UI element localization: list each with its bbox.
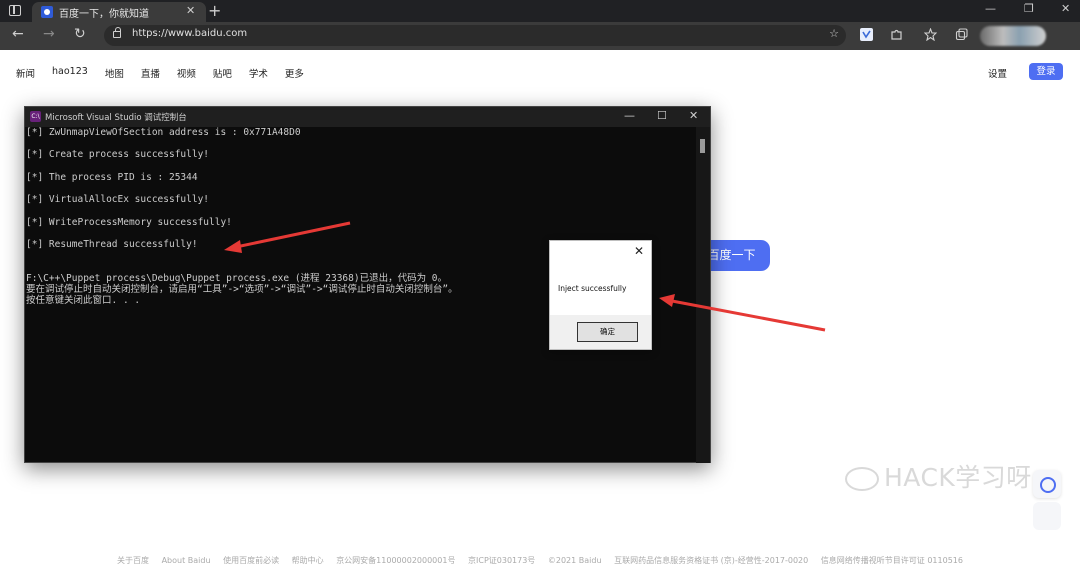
- footer-link[interactable]: About Baidu: [162, 556, 211, 565]
- favorites-icon[interactable]: [924, 28, 937, 41]
- new-tab-button[interactable]: +: [208, 0, 221, 22]
- console-title: Microsoft Visual Studio 调试控制台: [45, 113, 187, 123]
- tab-close-button[interactable]: ✕: [186, 4, 195, 17]
- console-line: [*] The process PID is : 25344: [26, 172, 198, 183]
- tab-strip: 百度一下，你就知道 ✕ + — ❐ ✕: [0, 0, 1080, 22]
- console-line: [*] WriteProcessMemory successfully!: [26, 217, 232, 228]
- nav-link-news[interactable]: 新闻: [16, 66, 35, 80]
- vs-console-icon: C:\: [30, 111, 41, 122]
- console-line: [*] Create process successfully!: [26, 149, 210, 160]
- console-titlebar[interactable]: C:\ Microsoft Visual Studio 调试控制台 — ☐ ✕: [25, 107, 710, 127]
- baidu-favicon-icon: [41, 6, 53, 18]
- url-text[interactable]: https://www.baidu.com: [132, 28, 247, 39]
- lock-icon[interactable]: [113, 27, 121, 38]
- nav-link-hao123[interactable]: hao123: [52, 66, 88, 80]
- console-line: [*] VirtualAllocEx successfully!: [26, 194, 210, 205]
- console-line: 要在调试停止时自动关闭控制台，请启用“工具”->“选项”->“调试”->“调试停…: [26, 284, 458, 295]
- footer-link[interactable]: 信息网络传播视听节目许可证 0110516: [821, 556, 963, 565]
- tab-title: 百度一下，你就知道: [59, 9, 149, 20]
- address-toolbar: ← → ↻ https://www.baidu.com ☆: [0, 22, 1080, 50]
- footer-link[interactable]: 互联网药品信息服务资格证书 (京)-经营性-2017-0020: [614, 556, 808, 565]
- watermark: HACK学习呀: [845, 458, 1032, 494]
- feedback-icon[interactable]: [1033, 470, 1061, 498]
- footer-link[interactable]: 京公网安备11000002000001号: [336, 556, 455, 565]
- nav-link-map[interactable]: 地图: [105, 66, 124, 80]
- back-arrow-icon[interactable]: ←: [12, 26, 24, 42]
- console-line: [*] ZwUnmapViewOfSection address is : 0x…: [26, 127, 301, 138]
- ok-button[interactable]: 确定: [577, 322, 638, 342]
- nav-link-live[interactable]: 直播: [141, 66, 160, 80]
- console-scrollbar[interactable]: [696, 127, 710, 463]
- dialog-message: Inject successfully: [558, 284, 627, 293]
- footer-link[interactable]: 关于百度: [117, 556, 149, 565]
- dialog-footer: 确定: [550, 315, 651, 349]
- profile-avatar[interactable]: [980, 26, 1046, 46]
- settings-link[interactable]: 设置: [988, 66, 1007, 80]
- footer-copyright: ©2021 Baidu: [547, 556, 602, 565]
- inject-message-dialog: ✕ Inject successfully 确定: [549, 240, 652, 350]
- url-bar[interactable]: https://www.baidu.com ☆: [104, 25, 846, 46]
- forward-arrow-icon[interactable]: →: [43, 26, 55, 42]
- maximize-button[interactable]: ❐: [1024, 2, 1034, 15]
- reader-mode-icon[interactable]: ☆: [829, 27, 839, 40]
- console-scroll-thumb[interactable]: [700, 139, 705, 153]
- refresh-icon[interactable]: ↻: [74, 26, 86, 42]
- minimize-button[interactable]: —: [985, 2, 996, 15]
- console-minimize-button[interactable]: —: [624, 109, 635, 122]
- wechat-logo-icon: [845, 467, 879, 491]
- tab-baidu[interactable]: 百度一下，你就知道 ✕: [32, 2, 206, 22]
- nav-link-tieba[interactable]: 贴吧: [213, 66, 232, 80]
- footer-link[interactable]: 帮助中心: [292, 556, 324, 565]
- close-window-button[interactable]: ✕: [1061, 2, 1070, 15]
- nav-link-video[interactable]: 视频: [177, 66, 196, 80]
- extension-icon[interactable]: [860, 28, 873, 41]
- qr-code-icon[interactable]: [1033, 502, 1061, 530]
- console-close-button[interactable]: ✕: [689, 109, 698, 122]
- nav-link-more[interactable]: 更多: [285, 66, 304, 80]
- nav-link-scholar[interactable]: 学术: [249, 66, 268, 80]
- footer: 关于百度 About Baidu 使用百度前必读 帮助中心 京公网安备11000…: [0, 555, 1080, 566]
- console-line: F:\C++\Puppet process\Debug\Puppet proce…: [26, 273, 448, 284]
- top-nav: 新闻 hao123 地图 直播 视频 贴吧 学术 更多: [16, 66, 321, 80]
- tab-actions-icon[interactable]: [9, 5, 21, 16]
- console-line: 按任意键关闭此窗口. . .: [26, 295, 141, 306]
- console-maximize-button[interactable]: ☐: [657, 109, 667, 122]
- watermark-text: HACK学习呀: [884, 463, 1032, 492]
- footer-link[interactable]: 京ICP证030173号: [468, 556, 535, 565]
- console-line: [*] ResumeThread successfully!: [26, 239, 198, 250]
- extensions-puzzle-icon[interactable]: [890, 28, 903, 41]
- login-button[interactable]: 登录: [1029, 63, 1063, 80]
- dialog-close-button[interactable]: ✕: [634, 244, 644, 258]
- footer-link[interactable]: 使用百度前必读: [223, 556, 279, 565]
- collections-icon[interactable]: [955, 28, 968, 41]
